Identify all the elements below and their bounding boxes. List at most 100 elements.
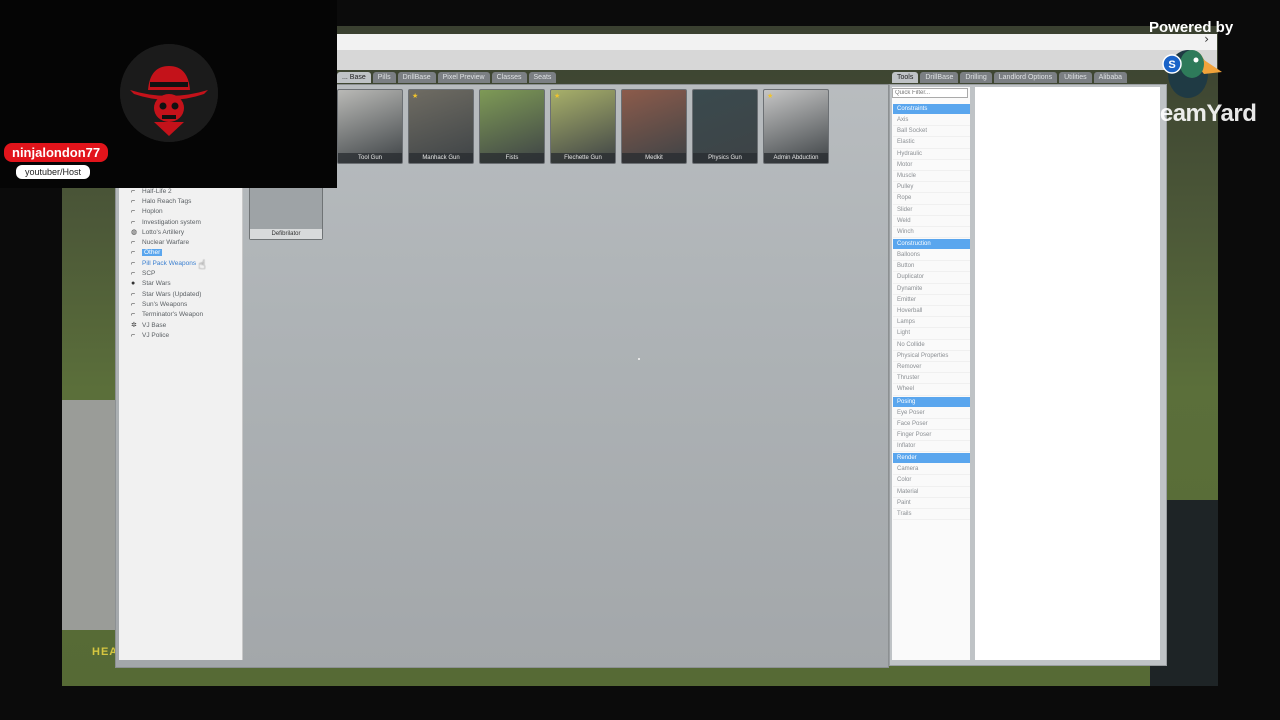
category-item[interactable]: ◍ Lotto's Artillery [119, 227, 242, 237]
tool-tab[interactable]: Alibaba [1093, 72, 1128, 83]
tool-item[interactable]: Winch [893, 227, 970, 239]
tool-item[interactable]: Duplicator [893, 272, 970, 284]
tool-item[interactable]: Axis [893, 115, 970, 127]
category-label: Nuclear Warfare [142, 239, 190, 247]
top-strip-secondary [337, 50, 1217, 70]
tool-tab[interactable]: Landlord Options [993, 72, 1058, 83]
tool-item[interactable]: Color [893, 475, 970, 487]
weapon-icon-defibrilator[interactable]: Defibrilator [249, 186, 323, 240]
tool-group-header[interactable]: Construction [893, 239, 970, 250]
category-label: Investigation system [142, 218, 201, 226]
category-item[interactable]: ⌐ Other [119, 248, 242, 258]
tool-item[interactable]: Thruster [893, 373, 970, 385]
tool-group-header[interactable]: Constraints [893, 104, 970, 114]
tool-item[interactable]: Dynamite [893, 284, 970, 295]
host-role-badge: youtuber/Host [16, 165, 91, 179]
duck-icon: S [1162, 50, 1222, 98]
category-list: ⌐ Half-Life 2 ⌐ Halo Reach Tags ⌐ Hoplon ⌐ Inve… [119, 186, 242, 340]
favorite-star-icon: ★ [767, 92, 774, 100]
tool-item[interactable]: Camera [893, 464, 970, 476]
category-label: Pill Pack Weapons [142, 259, 197, 267]
tool-item[interactable]: Finger Poser [893, 430, 970, 442]
category-label: Star Wars [142, 280, 171, 288]
spawn-tab[interactable]: Seats [528, 72, 557, 83]
category-item[interactable]: ⌐ Terminator's Weapon [119, 310, 242, 320]
tool-group-header[interactable]: Posing [893, 396, 970, 407]
tool-tab[interactable]: Tools [892, 72, 919, 83]
category-item[interactable]: ⌐ SCP [119, 268, 242, 278]
tool-tab[interactable]: Utilities [1059, 72, 1092, 83]
tool-item[interactable]: Inflator [893, 441, 970, 453]
spawn-tab[interactable]: Pixel Preview [437, 72, 490, 83]
weapon-icon[interactable]: Fists [479, 89, 545, 164]
category-item[interactable]: ⌐ VJ Police [119, 330, 242, 340]
tool-item[interactable]: Weld [893, 216, 970, 227]
tool-item[interactable]: Paint [893, 498, 970, 509]
tool-item[interactable]: Wheel [893, 384, 970, 396]
weapon-label: Manhack Gun [409, 153, 473, 163]
tool-tab[interactable]: DrillBase [920, 72, 959, 83]
gun-icon: ⌐ [131, 208, 136, 216]
tool-item[interactable]: Hydraulic [893, 149, 970, 160]
favorite-star-icon: ★ [412, 92, 419, 100]
quick-filter-input[interactable] [892, 88, 968, 98]
weapon-icon[interactable]: Physics Gun [692, 89, 758, 164]
tool-item[interactable]: Elastic [893, 137, 970, 149]
tool-item[interactable]: Slider [893, 205, 970, 216]
tool-item[interactable]: Muscle [893, 171, 970, 183]
weapon-icon[interactable]: ★ Admin Abduction [763, 89, 829, 164]
category-label: Half-Life 2 [142, 187, 172, 195]
tool-item[interactable]: Rope [893, 193, 970, 205]
weapon-label: Tool Gun [338, 153, 402, 163]
gun-icon: ⌐ [131, 259, 136, 267]
tool-item[interactable]: Hoverball [893, 306, 970, 318]
hand-cursor-icon: ☝ [198, 258, 206, 273]
weapon-icon[interactable]: ★ Manhack Gun [408, 89, 474, 164]
category-item[interactable]: ⌐ Nuclear Warfare [119, 237, 242, 247]
category-label: Halo Reach Tags [142, 197, 192, 205]
tool-item[interactable]: Motor [893, 160, 970, 171]
tool-item[interactable]: Lamps [893, 317, 970, 329]
category-item[interactable]: ⌐ Hoplon [119, 207, 242, 217]
tool-item[interactable]: Balloons [893, 250, 970, 262]
category-item[interactable]: ⌐ Sun's Weapons [119, 299, 242, 309]
weapon-icon[interactable]: Medkit [621, 89, 687, 164]
tool-item[interactable]: Pulley [893, 182, 970, 194]
tool-item[interactable]: Physical Properties [893, 351, 970, 362]
ball-icon: ● [131, 280, 136, 288]
cowboy-skull-icon [120, 44, 218, 142]
weapon-icon[interactable]: Tool Gun [337, 89, 403, 164]
weapon-icon-row: Tool Gun ★ Manhack Gun Fists ★ Flechette Gun M… [337, 89, 829, 164]
spawn-tab[interactable]: Classes [491, 72, 527, 83]
tool-item[interactable]: Button [893, 261, 970, 273]
tool-item[interactable]: Remover [893, 362, 970, 374]
category-tree[interactable]: ⌐ Half-Life 2 ⌐ Halo Reach Tags ⌐ Hoplon ⌐ Inve… [119, 186, 243, 660]
category-label: VJ Base [142, 321, 167, 329]
gun-icon: ⌐ [131, 239, 136, 247]
category-item[interactable]: ✲ VJ Base [119, 320, 242, 330]
tool-tab[interactable]: Drilling [960, 72, 992, 83]
tool-item[interactable]: No Collide [893, 340, 970, 351]
category-item[interactable]: ⌐ Halo Reach Tags [119, 196, 242, 206]
category-item[interactable]: ⌐ Investigation system [119, 217, 242, 227]
category-item[interactable]: ⌐ Pill Pack Weapons [119, 258, 242, 268]
category-item[interactable]: ● Star Wars [119, 279, 242, 289]
streamyard-duck-logo: S [1162, 42, 1226, 102]
category-item[interactable]: ⌐ Star Wars (Updated) [119, 289, 242, 299]
tool-item[interactable]: Trails [893, 509, 970, 521]
tool-item[interactable]: Emitter [893, 295, 970, 306]
tool-item[interactable]: Light [893, 328, 970, 340]
tool-item[interactable]: Face Poser [893, 419, 970, 430]
gun-icon: ⌐ [131, 187, 136, 195]
category-label: Star Wars (Updated) [142, 290, 202, 298]
weapon-icon[interactable]: ★ Flechette Gun [550, 89, 616, 164]
tool-item[interactable]: Eye Poser [893, 408, 970, 419]
spawn-tab[interactable]: DrillBase [397, 72, 436, 83]
tool-group-header[interactable]: Render [893, 453, 970, 464]
tool-item[interactable]: Ball Socket [893, 126, 970, 138]
spawn-tab[interactable]: ... Base [337, 72, 371, 83]
spawn-tab[interactable]: Pills [372, 72, 396, 83]
tool-item[interactable]: Material [893, 487, 970, 498]
weapon-label: Flechette Gun [551, 153, 615, 163]
gun-icon: ⌐ [131, 290, 136, 298]
